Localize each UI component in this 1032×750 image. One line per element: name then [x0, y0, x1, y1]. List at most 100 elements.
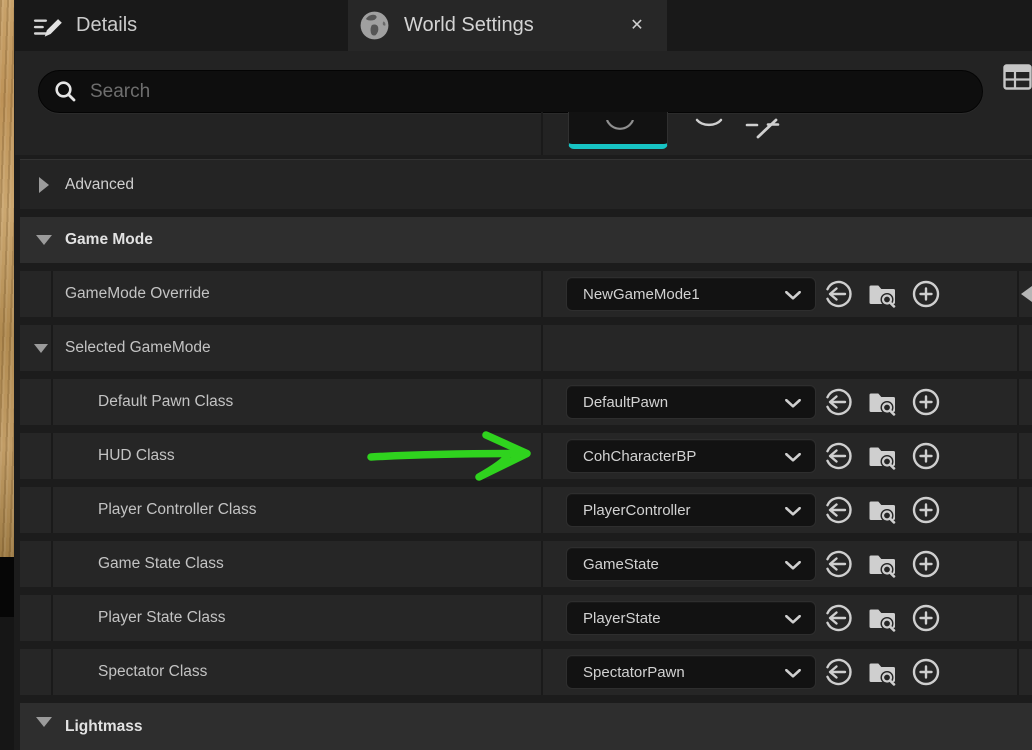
property-label: Game State Class — [98, 555, 224, 573]
background-panel-corner — [0, 617, 14, 750]
dropdown-value: DefaultPawn — [583, 394, 668, 411]
search-input[interactable] — [90, 81, 962, 103]
row-player-controller-class: Player Controller Class PlayerController — [20, 487, 1032, 533]
add-new-asset-icon[interactable] — [911, 279, 941, 309]
row-hud-class: HUD Class CohCharacterBP — [20, 433, 1032, 479]
property-label: GameMode Override — [65, 285, 210, 303]
chevron-down-icon — [785, 399, 801, 408]
browse-to-asset-icon[interactable] — [867, 603, 897, 633]
add-new-asset-icon[interactable] — [911, 387, 941, 417]
browse-to-asset-icon[interactable] — [867, 657, 897, 687]
property-label: Default Pawn Class — [98, 393, 233, 411]
dropdown-value: NewGameMode1 — [583, 286, 700, 303]
tab-details-label: Details — [76, 14, 137, 37]
row-gutter — [20, 649, 53, 695]
expander-arrow-down-icon[interactable] — [36, 235, 52, 245]
chevron-down-icon-partial[interactable] — [695, 118, 723, 136]
tab-world-settings[interactable]: World Settings ✕ — [348, 0, 667, 51]
property-label: Selected GameMode — [65, 339, 211, 357]
section-game-mode[interactable]: Game Mode — [20, 217, 1032, 263]
panel-main: Details World Settings ✕ — [15, 0, 1032, 750]
pick-actor-eyedropper-icon-partial[interactable] — [744, 117, 780, 139]
tab-bar: Details World Settings ✕ — [15, 0, 1032, 51]
hud-class-dropdown[interactable]: CohCharacterBP — [566, 439, 816, 473]
expander-arrow-right-icon[interactable] — [39, 177, 49, 193]
browse-to-asset-icon[interactable] — [867, 387, 897, 417]
browse-to-asset-icon[interactable] — [867, 441, 897, 471]
section-lightmass[interactable]: Lightmass — [20, 703, 1032, 750]
thumbnail-bottom-arc — [605, 120, 635, 132]
browse-to-asset-icon[interactable] — [867, 495, 897, 525]
section-advanced[interactable]: Advanced — [20, 159, 1032, 209]
row-right-stub — [1019, 379, 1032, 425]
dropdown-value: PlayerController — [583, 502, 691, 519]
row-gutter — [20, 433, 53, 479]
chevron-down-icon — [785, 669, 801, 678]
browse-to-asset-icon[interactable] — [867, 279, 897, 309]
spectator-class-dropdown[interactable]: SpectatorPawn — [566, 655, 816, 689]
row-gutter — [20, 487, 53, 533]
expander-arrow-down-icon[interactable] — [36, 717, 52, 727]
detail-view-options-icon[interactable] — [1003, 64, 1032, 90]
player-state-class-dropdown[interactable]: PlayerState — [566, 601, 816, 635]
gamemode-override-dropdown[interactable]: NewGameMode1 — [566, 277, 816, 311]
use-selected-asset-icon[interactable] — [823, 441, 853, 471]
add-new-asset-icon[interactable] — [911, 657, 941, 687]
player-controller-class-dropdown[interactable]: PlayerController — [566, 493, 816, 527]
property-label: Player Controller Class — [98, 501, 257, 519]
section-game-mode-label: Game Mode — [65, 231, 153, 249]
row-gutter — [20, 541, 53, 587]
row-right-stub — [1019, 541, 1032, 587]
property-label: Spectator Class — [98, 663, 207, 681]
row-default-pawn-class: Default Pawn Class DefaultPawn — [20, 379, 1032, 425]
row-game-state-class: Game State Class GameState — [20, 541, 1032, 587]
row-gamemode-override: GameMode Override NewGameMode1 — [20, 271, 1032, 317]
close-tab-icon[interactable]: ✕ — [625, 14, 649, 38]
use-selected-asset-icon[interactable] — [823, 495, 853, 525]
row-gutter — [20, 325, 53, 371]
column-separator — [541, 112, 543, 155]
chevron-down-icon — [785, 291, 801, 300]
property-label: Player State Class — [98, 609, 226, 627]
row-spectator-class: Spectator Class SpectatorPawn — [20, 649, 1032, 695]
asset-thumbnail-combo-partial[interactable] — [568, 112, 668, 149]
row-player-state-class: Player State Class PlayerState — [20, 595, 1032, 641]
use-selected-asset-icon[interactable] — [823, 387, 853, 417]
row-gutter — [20, 595, 53, 641]
use-selected-asset-icon[interactable] — [823, 657, 853, 687]
add-new-asset-icon[interactable] — [911, 495, 941, 525]
add-new-asset-icon[interactable] — [911, 603, 941, 633]
tab-world-settings-label: World Settings — [404, 14, 534, 37]
use-selected-asset-icon[interactable] — [823, 549, 853, 579]
row-selected-gamemode[interactable]: Selected GameMode — [20, 325, 1032, 371]
chevron-down-icon — [785, 453, 801, 462]
globe-icon — [358, 9, 391, 42]
viewport-background-dark — [0, 557, 14, 617]
search-icon — [54, 80, 78, 104]
add-new-asset-icon[interactable] — [911, 441, 941, 471]
expander-arrow-down-icon[interactable] — [34, 344, 48, 353]
row-right-stub — [1019, 433, 1032, 479]
row-right-stub — [1019, 649, 1032, 695]
add-new-asset-icon[interactable] — [911, 549, 941, 579]
dropdown-value: SpectatorPawn — [583, 664, 685, 681]
game-state-class-dropdown[interactable]: GameState — [566, 547, 816, 581]
row-right-stub — [1019, 595, 1032, 641]
property-label: HUD Class — [98, 447, 175, 465]
tab-details[interactable]: Details — [15, 0, 345, 51]
browse-to-asset-icon[interactable] — [867, 549, 897, 579]
viewport-background-sliver — [0, 0, 14, 557]
details-pencil-icon — [33, 10, 65, 42]
row-right-stub — [1019, 325, 1032, 371]
use-selected-asset-icon[interactable] — [823, 603, 853, 633]
section-advanced-label: Advanced — [65, 176, 134, 194]
row-gutter — [20, 271, 53, 317]
default-pawn-class-dropdown[interactable]: DefaultPawn — [566, 385, 816, 419]
search-bar[interactable] — [38, 70, 983, 113]
row-right-stub — [1019, 487, 1032, 533]
dropdown-value: PlayerState — [583, 610, 661, 627]
section-lightmass-label: Lightmass — [65, 718, 143, 736]
chevron-down-icon — [785, 561, 801, 570]
edit-asset-icon-partial[interactable] — [1021, 286, 1032, 302]
use-selected-asset-icon[interactable] — [823, 279, 853, 309]
